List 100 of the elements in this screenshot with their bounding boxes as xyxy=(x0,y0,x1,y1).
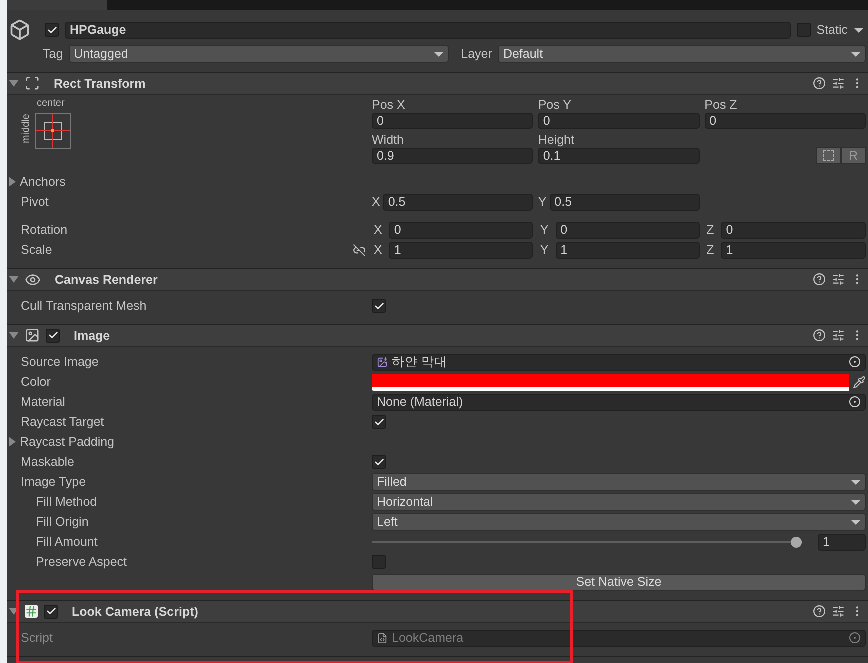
property-label: Preserve Aspect xyxy=(36,555,128,569)
axis-label: X xyxy=(372,195,380,209)
checkmark-icon xyxy=(46,24,58,36)
number-field[interactable]: 1 xyxy=(556,242,700,258)
name-field[interactable]: HPGauge xyxy=(65,22,791,38)
layer-label: Layer xyxy=(461,47,492,61)
eyedropper-icon[interactable] xyxy=(853,376,866,388)
dropdown[interactable]: Left xyxy=(372,513,866,531)
property-label: Raycast Target xyxy=(21,415,104,429)
checkmark-icon xyxy=(374,456,384,468)
foldout-arrow-icon[interactable] xyxy=(9,332,19,339)
number-field[interactable]: 0 xyxy=(389,222,534,238)
field-label: Pos Z xyxy=(704,98,738,112)
property-label: Fill Origin xyxy=(36,515,89,529)
number-field[interactable]: 0 xyxy=(556,222,700,238)
component-title: Image xyxy=(74,328,112,342)
dropdown-arrow-icon[interactable] xyxy=(854,28,866,32)
axis-label: Z xyxy=(706,223,714,237)
presets-icon[interactable] xyxy=(832,273,845,286)
checkmark-icon xyxy=(48,330,58,341)
presets-icon[interactable] xyxy=(832,329,845,342)
eye-icon xyxy=(25,272,41,288)
tag-dropdown[interactable]: Untagged xyxy=(69,45,450,63)
object-field[interactable]: 하얀 막대 xyxy=(372,354,866,370)
property-label: Fill Amount xyxy=(36,535,98,549)
property-label: Material xyxy=(21,395,66,409)
set-native-size-button[interactable]: Set Native Size xyxy=(372,574,866,590)
checkmark-icon xyxy=(374,300,384,312)
field-label: Height xyxy=(538,133,576,147)
anchor-preset-icon[interactable] xyxy=(35,113,71,149)
number-field[interactable]: 0.5 xyxy=(383,194,534,210)
blueprint-mode-button[interactable] xyxy=(816,147,841,164)
property-label: Cull Transparent Mesh xyxy=(21,299,147,313)
checkbox[interactable] xyxy=(372,415,386,429)
dropdown[interactable]: Filled xyxy=(372,473,866,491)
property-label: Rotation xyxy=(21,223,68,237)
checkbox[interactable] xyxy=(372,455,386,469)
property-label: Color xyxy=(21,375,51,389)
foldout-arrow-icon[interactable] xyxy=(9,276,19,283)
field-label: Width xyxy=(372,133,405,147)
checkbox[interactable] xyxy=(45,23,59,37)
anchor-label: center xyxy=(36,98,66,109)
static-label: Static xyxy=(816,23,848,37)
color-swatch[interactable] xyxy=(372,374,849,390)
presets-icon[interactable] xyxy=(832,605,845,618)
checkbox[interactable] xyxy=(372,299,386,313)
checkmark-icon xyxy=(374,416,384,428)
checkbox[interactable] xyxy=(372,555,386,569)
axis-label: Y xyxy=(539,223,549,237)
tag-label: Tag xyxy=(43,47,64,61)
unlink-icon[interactable] xyxy=(353,244,366,256)
number-field[interactable]: 0.9 xyxy=(372,148,534,164)
number-field[interactable]: 0 xyxy=(372,113,534,129)
property-label: Image Type xyxy=(21,475,86,489)
image-icon xyxy=(25,328,40,343)
help-icon[interactable] xyxy=(813,77,826,90)
dropdown[interactable]: Horizontal xyxy=(372,493,866,511)
number-field[interactable]: 1 xyxy=(818,534,866,550)
checkbox[interactable] xyxy=(46,328,60,342)
axis-label: X xyxy=(373,223,382,237)
number-field[interactable]: 0 xyxy=(538,113,700,129)
field-label: Pos X xyxy=(372,98,406,112)
number-field[interactable]: 0 xyxy=(721,222,866,238)
component-title: Look Camera (Script) xyxy=(72,604,200,618)
foldout-arrow-icon[interactable] xyxy=(9,437,16,447)
anchor-label: middle xyxy=(21,114,33,144)
component-title: Rect Transform xyxy=(54,76,147,90)
property-label: Source Image xyxy=(21,355,99,369)
number-field[interactable]: 1 xyxy=(389,242,534,258)
component-title: Canvas Renderer xyxy=(55,272,159,286)
number-field[interactable]: 0.1 xyxy=(538,148,700,164)
property-label: Anchors xyxy=(20,175,66,189)
rect-transform-icon xyxy=(25,76,40,91)
presets-icon[interactable] xyxy=(832,77,845,90)
axis-label: X xyxy=(373,243,382,257)
checkbox[interactable] xyxy=(796,23,811,37)
foldout-arrow-icon[interactable] xyxy=(9,177,16,187)
axis-label: Y xyxy=(538,195,547,209)
dashed-square-icon xyxy=(822,150,834,161)
property-label: Pivot xyxy=(21,195,49,209)
number-field[interactable]: 0 xyxy=(704,113,866,129)
axis-label: Y xyxy=(539,243,549,257)
foldout-arrow-icon[interactable] xyxy=(9,80,19,87)
axis-label: Z xyxy=(706,243,714,257)
help-icon[interactable] xyxy=(813,329,826,342)
property-label: Raycast Padding xyxy=(20,435,115,449)
checkmark-icon xyxy=(46,606,56,617)
help-icon[interactable] xyxy=(813,273,826,286)
number-field[interactable]: 1 xyxy=(721,242,866,258)
script-icon xyxy=(25,605,38,618)
layer-dropdown[interactable]: Default xyxy=(498,45,866,63)
number-field[interactable]: 0.5 xyxy=(550,194,700,210)
field-label: Pos Y xyxy=(538,98,572,112)
property-label: Maskable xyxy=(21,455,74,469)
checkbox[interactable] xyxy=(44,604,58,618)
object-field[interactable]: None (Material) xyxy=(372,394,866,410)
property-label: Script xyxy=(21,631,53,645)
property-label: Scale xyxy=(21,243,52,257)
help-icon[interactable] xyxy=(813,605,826,618)
property-label: Fill Method xyxy=(36,495,98,509)
